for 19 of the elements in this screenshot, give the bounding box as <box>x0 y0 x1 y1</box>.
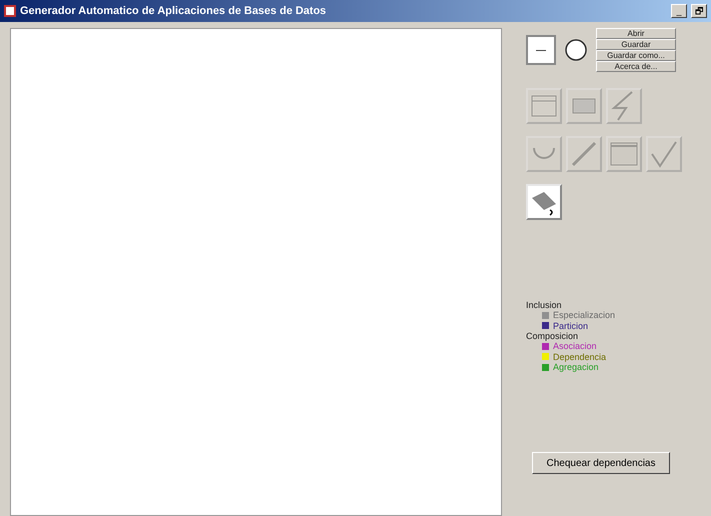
tool-button[interactable] <box>526 184 562 220</box>
legend-label: Particion <box>553 320 588 332</box>
file-button[interactable]: Abrir <box>596 28 676 39</box>
window-title: Generador Automatico de Aplicaciones de Bases de Datos <box>20 4 326 19</box>
legend-label: Asociacion <box>553 341 597 352</box>
page-icon[interactable] <box>526 35 556 65</box>
file-button[interactable]: Guardar como... <box>596 50 676 61</box>
legend-label: Agregacion <box>553 362 599 372</box>
legend-label: Especializacion <box>553 310 616 321</box>
legend-heading: Composicion <box>526 331 580 342</box>
check-dependencies-button[interactable]: Chequear dependencias <box>532 452 670 474</box>
file-button[interactable]: Guardar <box>596 39 676 50</box>
legend-label: Dependencia <box>553 352 606 362</box>
app-icon <box>4 5 16 17</box>
circle-icon[interactable] <box>564 38 588 62</box>
legend-heading: Inclusion <box>526 300 563 310</box>
maximize-button[interactable]: 🗗 <box>691 4 707 18</box>
file-button[interactable]: Acerca de... <box>596 61 676 72</box>
minimize-button[interactable]: _ <box>671 4 687 18</box>
